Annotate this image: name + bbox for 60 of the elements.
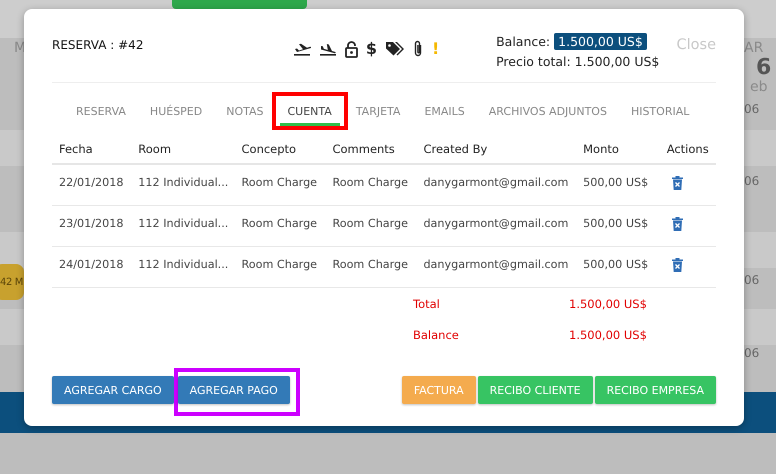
- column-header: Fecha: [52, 134, 132, 164]
- calendar-cell: 06: [744, 102, 760, 116]
- plane-takeoff-icon[interactable]: [292, 41, 311, 57]
- table-cell: 112 Individual...: [131, 206, 234, 246]
- delete-icon[interactable]: [672, 258, 683, 272]
- action-button[interactable]: AGREGAR PAGO: [178, 376, 290, 404]
- table-cell: Room Charge: [234, 246, 326, 288]
- column-header: Comments: [325, 134, 416, 164]
- table-cell: Room Charge: [325, 164, 416, 206]
- balance-value: 1.500,00 US$: [554, 33, 647, 50]
- table-cell: 112 Individual...: [131, 246, 234, 288]
- delete-icon[interactable]: [672, 217, 683, 231]
- alert-icon[interactable]: !: [432, 40, 440, 58]
- calendar-cell: 06: [744, 273, 760, 287]
- summary-value: 1.500,00 US$: [569, 328, 648, 342]
- tab[interactable]: TARJETA: [344, 96, 412, 126]
- table-cell: 24/01/2018: [52, 246, 132, 288]
- table-cell: danygarmont@gmail.com: [416, 164, 576, 206]
- column-header: Created By: [416, 134, 576, 164]
- tab[interactable]: NOTAS: [214, 96, 276, 126]
- column-header: Room: [131, 134, 234, 164]
- table-cell: Room Charge: [234, 164, 326, 206]
- table-cell: danygarmont@gmail.com: [416, 206, 576, 246]
- column-header: Actions: [660, 134, 716, 164]
- table-cell: 500,00 US$: [576, 246, 660, 288]
- action-button[interactable]: RECIBO CLIENTE: [478, 376, 593, 404]
- dollar-icon[interactable]: $: [366, 40, 378, 58]
- table-cell: 22/01/2018: [52, 164, 132, 206]
- calendar-cell: 06: [744, 174, 760, 188]
- column-header: Concepto: [234, 134, 326, 164]
- action-button[interactable]: AGREGAR CARGO: [52, 376, 174, 404]
- table-cell: Room Charge: [234, 206, 326, 246]
- table-cell: Room Charge: [325, 206, 416, 246]
- table-cell: 112 Individual...: [131, 164, 234, 206]
- table-cell: 500,00 US$: [576, 206, 660, 246]
- summary-label: Total: [413, 297, 441, 311]
- tags-icon[interactable]: [385, 41, 404, 57]
- table-cell: Room Charge: [325, 246, 416, 288]
- table-cell: 23/01/2018: [52, 206, 132, 246]
- action-button[interactable]: FACTURA: [402, 376, 476, 404]
- summary-value: 1.500,00 US$: [569, 297, 648, 311]
- tab[interactable]: HISTORIAL: [618, 96, 702, 126]
- tab[interactable]: ARCHIVOS ADJUNTOS: [476, 96, 619, 126]
- summary-label: Balance: [413, 328, 460, 342]
- dialog-title: RESERVA : #42: [52, 38, 144, 52]
- lock-icon[interactable]: [344, 40, 358, 58]
- total-price: Precio total: 1.500,00 US$: [496, 53, 660, 71]
- tab[interactable]: RESERVA: [64, 96, 138, 126]
- table-cell: danygarmont@gmail.com: [416, 246, 576, 288]
- calendar-cell: 06: [744, 346, 760, 360]
- table-cell: 500,00 US$: [576, 164, 660, 206]
- tab[interactable]: EMAILS: [412, 96, 477, 126]
- tab[interactable]: HUÉSPED: [138, 96, 214, 126]
- balance-label: Balance:: [496, 34, 550, 49]
- column-header: 6: [756, 55, 772, 80]
- delete-icon[interactable]: [672, 176, 683, 190]
- booking-badge[interactable]: 42 M: [0, 264, 24, 300]
- action-button[interactable]: RECIBO EMPRESA: [594, 376, 716, 404]
- plane-landing-icon[interactable]: [318, 41, 337, 57]
- column-header: Monto: [576, 134, 660, 164]
